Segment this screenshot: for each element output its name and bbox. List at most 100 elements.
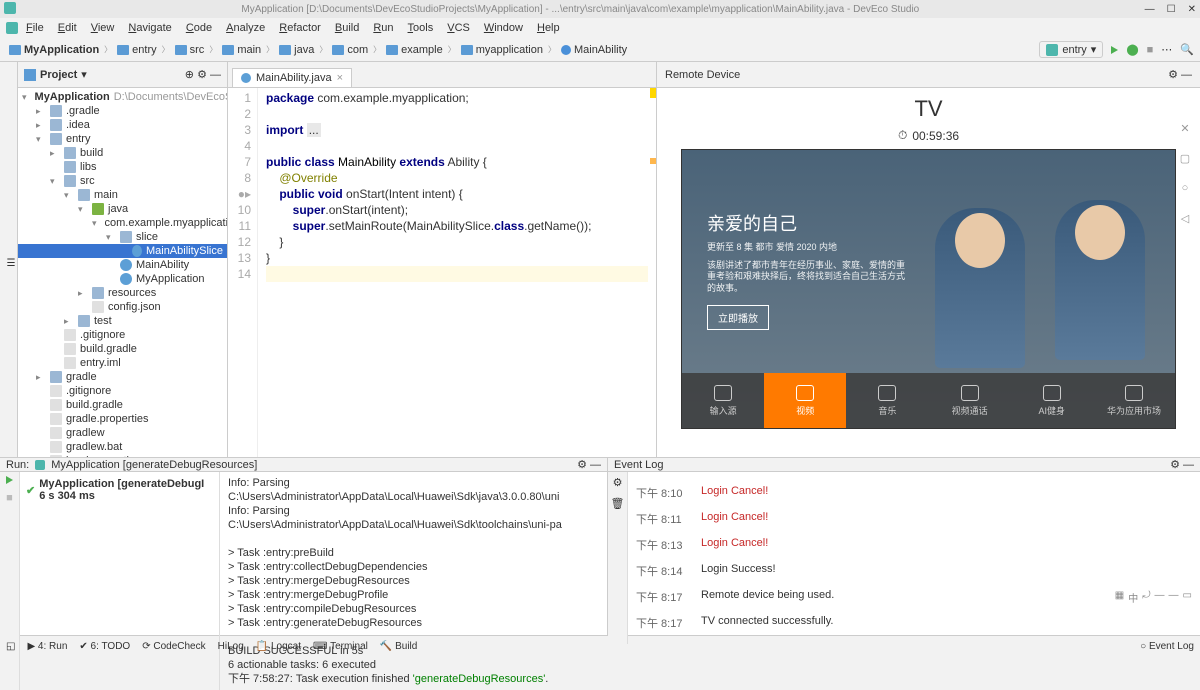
menu-window[interactable]: Window (478, 20, 529, 36)
run-config-selector[interactable]: entry ▾ (1039, 41, 1103, 58)
menu-navigate[interactable]: Navigate (122, 20, 177, 36)
status-corner-icon[interactable]: ◱ (6, 641, 15, 652)
menu-view[interactable]: View (85, 20, 121, 36)
tree-item[interactable]: ▾java (18, 202, 227, 216)
tree-item[interactable]: ▾com.example.myapplication (18, 216, 227, 230)
breadcrumb-item[interactable]: com (329, 43, 371, 57)
tv-nav-item[interactable]: 音乐 (846, 373, 928, 428)
tree-item[interactable]: build.gradle (18, 398, 227, 412)
status-tab[interactable]: ▶ 4: Run (27, 641, 67, 652)
tab-close-icon[interactable]: × (337, 72, 343, 84)
run-console-output[interactable]: Info: Parsing C:\Users\Administrator\App… (220, 472, 607, 690)
tree-item[interactable]: ▾entry (18, 132, 227, 146)
breadcrumb-item[interactable]: src (172, 43, 208, 57)
status-tab[interactable]: HiLog (218, 641, 244, 652)
menu-vcs[interactable]: VCS (441, 20, 476, 36)
tv-screen[interactable]: 亲爱的自己 更新至 8 集 都市 爱情 2020 内地 该剧讲述了都市青年在经历… (681, 149, 1176, 429)
status-tab[interactable]: ⌨ Terminal (313, 641, 368, 652)
run-button[interactable] (1111, 46, 1118, 54)
tree-item[interactable]: .gitignore (18, 328, 227, 342)
tree-item[interactable]: config.json (18, 300, 227, 314)
gear-icon[interactable]: ⚙ (197, 69, 207, 81)
minimize-icon[interactable]: — (1145, 4, 1155, 15)
tree-item[interactable]: MainAbility (18, 258, 227, 272)
rerun-icon[interactable] (6, 476, 13, 484)
tree-item[interactable]: ▾main (18, 188, 227, 202)
status-tab[interactable]: 📋 Logcat (256, 641, 301, 652)
stop-icon[interactable]: ■ (1147, 44, 1154, 56)
breadcrumb-item[interactable]: MainAbility (558, 43, 630, 57)
breadcrumb-item[interactable]: java (276, 43, 317, 57)
log-row[interactable]: 下午 8:11Login Cancel! (636, 506, 1192, 532)
event-log-list[interactable]: 下午 8:10Login Cancel!下午 8:11Login Cancel!… (628, 472, 1200, 644)
run-task-tree[interactable]: ✔ MyApplication [generateDebugI 6 s 304 … (20, 472, 220, 690)
code-content[interactable]: package com.example.myapplication; impor… (258, 88, 656, 457)
tree-item[interactable]: ▾src (18, 174, 227, 188)
tree-item[interactable]: gradlew (18, 426, 227, 440)
menu-edit[interactable]: Edit (52, 20, 83, 36)
breadcrumb-item[interactable]: myapplication (458, 43, 546, 57)
tv-nav-item[interactable]: 输入源 (682, 373, 764, 428)
close-icon[interactable]: ✕ (1178, 122, 1192, 136)
gear-icon[interactable]: ⚙ (1170, 459, 1180, 471)
tree-item[interactable]: libs (18, 160, 227, 174)
editor-tab[interactable]: MainAbility.java × (232, 68, 352, 87)
circle-icon[interactable]: ○ (1178, 182, 1192, 196)
menu-tools[interactable]: Tools (402, 20, 440, 36)
menu-file[interactable]: File (20, 20, 50, 36)
status-tab[interactable]: ✔ 6: TODO (79, 641, 130, 652)
menu-help[interactable]: Help (531, 20, 566, 36)
chevron-down-icon[interactable]: ▾ (81, 68, 87, 81)
status-tab[interactable]: ⟳ CodeCheck (142, 641, 205, 652)
run-task-item[interactable]: ✔ MyApplication [generateDebugI 6 s 304 … (24, 476, 215, 504)
tree-item[interactable]: local.properties (18, 454, 227, 457)
stop-icon[interactable]: ■ (6, 492, 13, 504)
tv-nav-item[interactable]: 华为应用市场 (1093, 373, 1175, 428)
menu-analyze[interactable]: Analyze (220, 20, 271, 36)
gear-icon[interactable]: ⚙ (577, 459, 587, 471)
tv-nav-item[interactable]: AI健身 (1011, 373, 1093, 428)
tree-item[interactable]: ▸test (18, 314, 227, 328)
tree-item[interactable]: ▾slice (18, 230, 227, 244)
tree-item[interactable]: ▸resources (18, 286, 227, 300)
tv-nav-item[interactable]: 视频通话 (929, 373, 1011, 428)
project-tab-label[interactable]: ☰ (7, 258, 16, 269)
menu-code[interactable]: Code (180, 20, 218, 36)
tree-item[interactable]: ▸gradle (18, 370, 227, 384)
log-row[interactable]: 下午 8:17Remote device being used. (636, 584, 1192, 610)
project-tree[interactable]: ▾MyApplication D:\Documents\DevEcoStudio… (18, 88, 227, 457)
code-editor[interactable]: 123478●▸1011121314 package com.example.m… (228, 88, 656, 457)
tree-item[interactable]: ▸build (18, 146, 227, 160)
tree-item[interactable]: MainAbilitySlice (18, 244, 227, 258)
debug-icon[interactable]: ⬤ (1126, 43, 1138, 56)
tree-item[interactable]: entry.iml (18, 356, 227, 370)
clear-icon[interactable]: 🗑 (611, 497, 625, 510)
more-icon[interactable]: ⋯ (1161, 43, 1172, 56)
tv-play-button[interactable]: 立即播放 (707, 305, 769, 330)
close-icon[interactable]: ✕ (1188, 4, 1196, 15)
log-row[interactable]: 下午 8:10Login Cancel! (636, 480, 1192, 506)
breadcrumb-item[interactable]: main (219, 43, 264, 57)
breadcrumb-item[interactable]: entry (114, 43, 159, 57)
gear-icon[interactable]: ⚙ (1168, 69, 1178, 81)
log-row[interactable]: 下午 8:17TV connected successfully. (636, 610, 1192, 636)
tree-item[interactable]: MyApplication (18, 272, 227, 286)
tree-item[interactable]: .gitignore (18, 384, 227, 398)
collapse-icon[interactable]: — (210, 69, 221, 81)
search-icon[interactable]: 🔍 (1180, 43, 1194, 56)
status-tab[interactable]: 🔨 Build (380, 641, 417, 652)
target-icon[interactable]: ⊕ (185, 69, 194, 81)
collapse-icon[interactable]: — (1181, 69, 1192, 81)
left-tool-strip[interactable]: ☰ (0, 62, 18, 457)
breadcrumb-item[interactable]: MyApplication (6, 43, 102, 57)
menu-refactor[interactable]: Refactor (273, 20, 327, 36)
tree-item[interactable]: build.gradle (18, 342, 227, 356)
square-icon[interactable]: ▢ (1178, 152, 1192, 166)
menu-run[interactable]: Run (367, 20, 399, 36)
collapse-icon[interactable]: — (590, 459, 601, 471)
filter-icon[interactable]: ⚙ (613, 476, 623, 489)
breadcrumb-item[interactable]: example (383, 43, 446, 57)
maximize-icon[interactable]: ☐ (1167, 4, 1176, 15)
tree-item[interactable]: gradlew.bat (18, 440, 227, 454)
tree-item[interactable]: gradle.properties (18, 412, 227, 426)
